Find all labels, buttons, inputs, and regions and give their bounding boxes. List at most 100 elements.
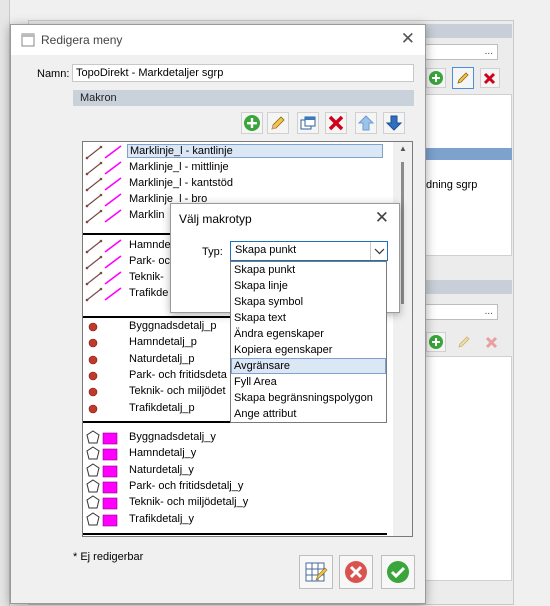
edit-icon bbox=[457, 72, 469, 84]
area-macro-icon bbox=[86, 462, 118, 477]
close-icon: ✕ bbox=[400, 29, 415, 48]
list-item-label: Park- och fritidsdetalj_y bbox=[129, 479, 244, 492]
close-icon: ✕ bbox=[374, 208, 389, 227]
delete-macro-button[interactable] bbox=[325, 112, 347, 134]
scroll-thumb[interactable] bbox=[401, 162, 404, 304]
add-icon bbox=[244, 115, 260, 131]
grid-button[interactable] bbox=[299, 555, 333, 589]
list-item[interactable]: Park- och fritidsdetalj_y bbox=[83, 479, 383, 495]
list-item[interactable]: Teknik- och miljödetalj_y bbox=[83, 495, 383, 511]
list-scrollbar[interactable]: ▲ bbox=[393, 142, 412, 536]
type-option[interactable]: Skapa begränsningspolygon bbox=[231, 390, 386, 406]
type-option[interactable]: Avgränsare bbox=[231, 358, 386, 374]
area-macro-icon bbox=[86, 446, 118, 461]
line-macro-icon bbox=[85, 255, 122, 270]
line-macro-icon bbox=[85, 239, 122, 254]
add-icon bbox=[429, 71, 443, 85]
scroll-up-arrow[interactable]: ▲ bbox=[399, 144, 407, 153]
ok-button[interactable] bbox=[381, 555, 415, 589]
type-option[interactable]: Skapa text bbox=[231, 310, 386, 326]
grid-icon bbox=[305, 562, 328, 582]
move-up-button[interactable] bbox=[355, 112, 377, 134]
list-item[interactable]: Byggnadsdetalj_y bbox=[83, 430, 383, 446]
list-item-label: Marklinje_l - mittlinje bbox=[129, 161, 229, 173]
line-macro-icon bbox=[85, 287, 122, 302]
list-item-label: Park- och fritidsdeta bbox=[129, 368, 227, 381]
add-icon bbox=[429, 335, 443, 349]
line-macro-icon bbox=[85, 177, 122, 192]
move-up-icon bbox=[357, 115, 375, 131]
list-item-label: Teknik- och miljödetalj_y bbox=[129, 496, 249, 509]
list-item[interactable]: Naturdetalj_y bbox=[83, 462, 383, 479]
background-edit-button[interactable] bbox=[452, 67, 474, 89]
move-down-icon bbox=[385, 115, 403, 131]
background-edit-icon-2 bbox=[456, 334, 472, 353]
background-edge bbox=[0, 0, 10, 606]
delete-icon bbox=[483, 72, 496, 85]
line-macro-icon bbox=[85, 271, 122, 286]
list-item-label: Teknik- bbox=[129, 271, 164, 283]
line-macro-icon bbox=[85, 145, 122, 160]
copy-icon bbox=[300, 116, 316, 130]
list-item[interactable]: Marklinje_l - mittlinje bbox=[83, 160, 383, 176]
edit-macro-button[interactable] bbox=[267, 112, 289, 134]
point-macro-icon bbox=[88, 387, 98, 397]
list-item[interactable]: Marklinje_l - kantlinje bbox=[83, 144, 383, 160]
list-item-label: Naturdetalj_y bbox=[129, 463, 194, 476]
point-macro-icon bbox=[88, 355, 98, 364]
move-down-button[interactable] bbox=[383, 112, 405, 134]
type-select[interactable]: Skapa punkt bbox=[230, 241, 388, 261]
edit-icon bbox=[271, 116, 285, 130]
point-macro-icon bbox=[88, 404, 98, 413]
point-macro-icon bbox=[88, 371, 98, 381]
footnote: * Ej redigerbar bbox=[73, 551, 144, 563]
background-add-button[interactable] bbox=[426, 68, 446, 88]
dialog-app-icon bbox=[21, 33, 35, 47]
list-item-label: Marklin bbox=[129, 209, 165, 221]
line-macro-icon bbox=[85, 209, 122, 224]
line-macro-icon bbox=[85, 193, 122, 208]
close-button[interactable]: ✕ bbox=[401, 29, 415, 49]
delete-icon bbox=[328, 115, 344, 131]
macros-section-header: Makron bbox=[73, 90, 414, 106]
type-option[interactable]: Skapa punkt bbox=[231, 262, 386, 278]
list-item[interactable]: Hamndetalj_y bbox=[83, 446, 383, 462]
list-item[interactable]: Trafikdetalj_y bbox=[83, 511, 383, 528]
ok-icon bbox=[387, 561, 409, 583]
name-input[interactable]: TopoDirekt - Markdetaljer sgrp bbox=[72, 64, 414, 82]
type-option[interactable]: Kopiera egenskaper bbox=[231, 342, 386, 358]
background-header-strip-2 bbox=[412, 280, 512, 294]
background-selection-bar bbox=[412, 148, 512, 160]
background-header-strip bbox=[412, 24, 512, 38]
type-option[interactable]: Skapa symbol bbox=[231, 294, 386, 310]
popup-close-button[interactable]: ✕ bbox=[375, 208, 389, 228]
type-option[interactable]: Skapa linje bbox=[231, 278, 386, 294]
cancel-button[interactable] bbox=[339, 555, 373, 589]
background-delete-button[interactable] bbox=[480, 68, 500, 88]
dropdown-toggle[interactable] bbox=[370, 242, 387, 260]
background-add-button-2[interactable] bbox=[426, 332, 446, 352]
list-item-label: Trafikdetalj_y bbox=[129, 512, 195, 525]
list-item-label: Marklinje_l - kantstöd bbox=[129, 177, 233, 189]
list-item-label: Byggnadsdetalj_p bbox=[129, 320, 217, 332]
point-macro-icon bbox=[88, 338, 98, 348]
list-item-label: Trafikde bbox=[129, 287, 169, 299]
area-macro-icon bbox=[86, 479, 118, 494]
type-option[interactable]: Ändra egenskaper bbox=[231, 326, 386, 342]
chevron-down-icon bbox=[374, 248, 385, 255]
title-bar: Redigera meny ✕ bbox=[11, 25, 425, 55]
area-macro-icon bbox=[86, 495, 118, 510]
type-label: Typ: bbox=[202, 246, 223, 258]
background-list-panel-2 bbox=[412, 356, 512, 581]
add-macro-button[interactable] bbox=[241, 112, 263, 134]
list-item-label: Byggnadsdetalj_y bbox=[129, 431, 216, 443]
type-option[interactable]: Ange attribut bbox=[231, 406, 386, 422]
list-item-label: Marklinje_l - kantlinje bbox=[127, 144, 383, 158]
copy-macro-button[interactable] bbox=[297, 112, 319, 134]
list-item-label: Trafikdetalj_p bbox=[129, 401, 195, 414]
type-option[interactable]: Fyll Area bbox=[231, 374, 386, 390]
area-macro-icon bbox=[86, 511, 118, 526]
type-options-list[interactable]: Skapa punkt Skapa linje Skapa symbol Skapa … bbox=[230, 261, 387, 423]
list-item[interactable]: Marklinje_l - kantstöd bbox=[83, 176, 383, 192]
list-item-label: Naturdetalj_p bbox=[129, 352, 195, 365]
